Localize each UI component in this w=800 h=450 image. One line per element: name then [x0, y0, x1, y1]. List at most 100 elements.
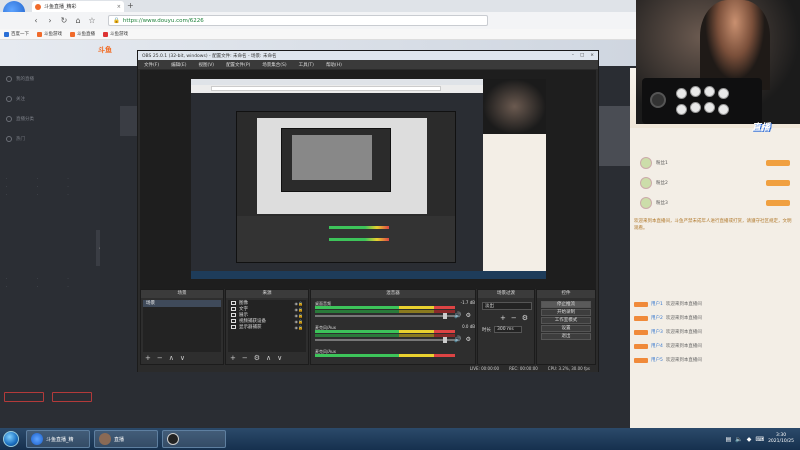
visibility-eye-icon[interactable]: ◉🔒	[295, 325, 306, 330]
close-icon[interactable]: ×	[590, 53, 594, 58]
address-bar[interactable]: 🔒 https://www.douyu.com/6226	[108, 15, 488, 26]
douyu-logo[interactable]: 斗鱼	[98, 45, 132, 59]
sidebar-item-follow[interactable]: 关注	[6, 94, 25, 103]
rank-row[interactable]: 粉丝3	[640, 196, 790, 210]
transition-select[interactable]: 淡出	[482, 302, 532, 310]
menu-view[interactable]: 视图(V)	[198, 62, 214, 68]
nested-chat	[483, 134, 546, 271]
browser-navbar: ‹ › ↻ ⌂ ☆ 🔒 https://www.douyu.com/6226	[0, 12, 636, 29]
new-tab-icon[interactable]: +	[127, 1, 134, 10]
arcade-controller	[642, 78, 762, 124]
volume-slider[interactable]	[315, 339, 455, 341]
menu-tools[interactable]: 工具(T)	[299, 62, 314, 68]
studio-mode-button[interactable]: 工作室模式	[541, 317, 591, 324]
sidebar-action-button[interactable]	[4, 392, 44, 402]
duration-input[interactable]: 300 ms	[494, 326, 522, 333]
window-icon	[231, 313, 236, 317]
gear-icon[interactable]: ⚙	[466, 336, 471, 343]
text-icon	[231, 307, 236, 311]
menu-help[interactable]: 帮助(H)	[326, 62, 342, 68]
stop-streaming-button[interactable]: 停止推流	[541, 301, 591, 308]
nested-douyu-page	[191, 93, 483, 271]
rank-row[interactable]: 粉丝1	[640, 156, 790, 170]
star-icon[interactable]: ☆	[88, 16, 96, 25]
taskbar-item-chat[interactable]: 直播	[94, 430, 158, 448]
sidebar-action-button[interactable]	[52, 392, 92, 402]
taskbar-item-obs[interactable]	[162, 430, 226, 448]
browser-tab-douyu[interactable]: 斗鱼直播_精彩 ×	[32, 1, 124, 12]
maximize-icon[interactable]: □	[580, 53, 584, 58]
volume-slider-handle[interactable]	[443, 337, 447, 343]
remove-icon[interactable]: −	[242, 354, 248, 362]
remove-icon[interactable]: −	[511, 314, 517, 322]
reload-icon[interactable]: ↻	[60, 16, 68, 25]
minimize-icon[interactable]: –	[572, 53, 574, 58]
controls-dock: 控件 停止推流 开始录制 工作室模式 设置 退出	[536, 289, 596, 365]
visibility-eye-icon[interactable]: ◉🔒	[295, 319, 306, 324]
start-recording-button[interactable]: 开始录制	[541, 309, 591, 316]
remove-icon[interactable]: −	[157, 354, 163, 362]
arcade-button-icon	[676, 88, 687, 99]
visibility-eye-icon[interactable]: ◉🔒	[295, 307, 306, 312]
sources-dock-title: 来源	[226, 290, 308, 298]
back-icon[interactable]: ‹	[32, 16, 40, 25]
audio-meter	[315, 354, 455, 357]
shield-icon[interactable]: ◆	[747, 436, 752, 443]
lock-icon: 🔒	[113, 17, 120, 24]
douyu-favicon-icon	[35, 3, 41, 10]
arcade-button-icon	[704, 102, 715, 113]
add-icon[interactable]: +	[230, 354, 236, 362]
forward-icon[interactable]: ›	[46, 16, 54, 25]
arcade-button-icon	[676, 104, 687, 115]
sidebar-item-my-live[interactable]: 我的直播	[6, 74, 34, 83]
scene-item[interactable]: 场景	[143, 300, 221, 307]
gear-icon[interactable]: ⚙	[522, 314, 528, 322]
settings-button[interactable]: 设置	[541, 325, 591, 332]
menu-scene-collection[interactable]: 场景集合(S)	[262, 62, 286, 68]
bookmark-item[interactable]: 斗鱼直播	[70, 31, 95, 37]
taskbar-item-browser[interactable]: 斗鱼直播_精	[26, 430, 90, 448]
sources-list: 图像 ◉🔒 文字 ◉🔒 展示 ◉🔒 视频捕获设备 ◉🔒 显示器捕获 ◉🔒	[228, 300, 306, 352]
network-icon[interactable]: ▤	[726, 436, 732, 443]
exit-button[interactable]: 退出	[541, 333, 591, 340]
up-icon[interactable]: ∧	[266, 354, 271, 362]
close-tab-icon[interactable]: ×	[117, 4, 121, 10]
gear-icon[interactable]: ⚙	[466, 312, 471, 319]
down-icon[interactable]: ∨	[180, 354, 185, 362]
audio-meter	[315, 310, 455, 313]
menu-file[interactable]: 文件(F)	[144, 62, 159, 68]
sidebar-item-category[interactable]: 直播分类	[6, 114, 34, 123]
speaker-icon[interactable]: 🔊	[454, 336, 461, 343]
obs-preview[interactable]	[140, 70, 596, 289]
up-icon[interactable]: ∧	[169, 354, 174, 362]
keyboard-icon[interactable]: ⌨	[755, 436, 764, 443]
volume-slider-handle[interactable]	[443, 313, 447, 319]
sidebar-item-hot[interactable]: 热门	[6, 134, 25, 143]
menu-edit[interactable]: 编辑(E)	[171, 62, 186, 68]
add-icon[interactable]: +	[500, 314, 506, 322]
channel-db: -1.7 dB	[460, 300, 475, 305]
visibility-eye-icon[interactable]: ◉🔒	[295, 313, 306, 318]
nested-obs-window-deep	[281, 128, 391, 192]
home-icon[interactable]: ⌂	[74, 16, 82, 25]
bookmark-item[interactable]: 斗鱼游戏	[37, 31, 62, 37]
menu-profile[interactable]: 配置文件(P)	[226, 62, 250, 68]
start-button[interactable]	[0, 428, 22, 450]
bookmark-item[interactable]: 斗鱼游戏	[103, 31, 128, 37]
mixer-channel: 桌面音频 -1.7 dB 🔊 ⚙	[315, 300, 475, 322]
bookmark-item[interactable]: 百度一下	[4, 31, 29, 37]
speaker-icon[interactable]: 🔊	[454, 312, 461, 319]
visibility-eye-icon[interactable]: ◉🔒	[295, 301, 306, 306]
circle-icon	[6, 95, 12, 102]
arcade-button-icon	[690, 86, 701, 97]
rank-row[interactable]: 粉丝2	[640, 176, 790, 190]
system-clock[interactable]: 3:30 2021/10/25	[768, 433, 794, 445]
source-item[interactable]: 显示器捕获 ◉🔒	[228, 324, 306, 330]
arcade-button-icon	[704, 86, 715, 97]
level-badge	[634, 301, 648, 307]
volume-slider[interactable]	[315, 315, 455, 317]
volume-icon[interactable]: 🔈	[735, 436, 742, 443]
down-icon[interactable]: ∨	[277, 354, 282, 362]
add-icon[interactable]: +	[145, 354, 151, 362]
gear-icon[interactable]: ⚙	[254, 354, 260, 362]
